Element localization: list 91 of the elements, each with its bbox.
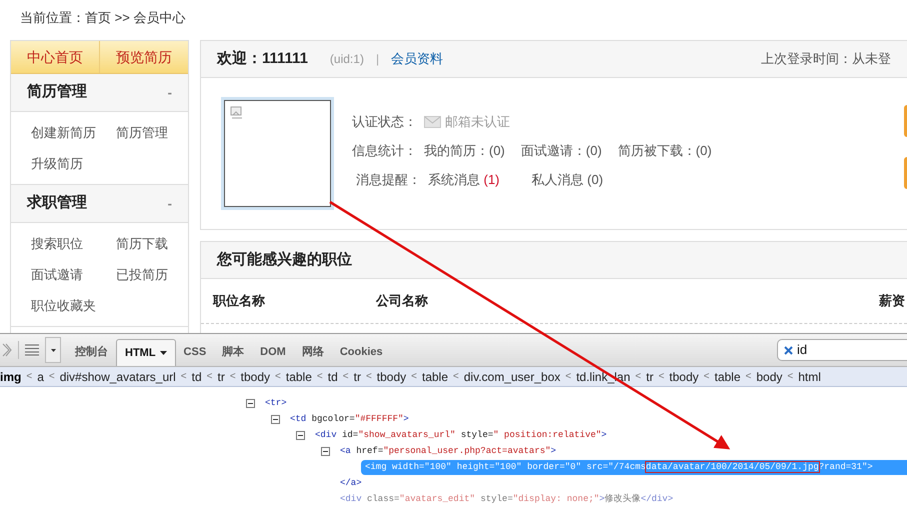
path-separator: < bbox=[564, 370, 572, 384]
path-item[interactable]: tbody bbox=[669, 368, 699, 386]
uid-text: (uid:1) bbox=[330, 51, 364, 68]
path-separator: < bbox=[410, 370, 418, 384]
collapse-icon[interactable] bbox=[296, 430, 305, 440]
path-separator: < bbox=[316, 370, 324, 384]
path-item[interactable]: body bbox=[756, 368, 782, 386]
html-line[interactable]: <a href="personal_user.php?act=avatars"> bbox=[336, 444, 560, 458]
sidebar-link[interactable]: 面试邀请 bbox=[31, 264, 116, 285]
sidebar-link[interactable]: 搜索职位 bbox=[31, 233, 116, 254]
html-line[interactable]: <div class="avatars_edit" style="display: none;">修改头像</div> bbox=[336, 492, 678, 506]
sidebar-link[interactable]: 创建新简历 bbox=[31, 122, 116, 143]
path-separator: < bbox=[657, 370, 666, 384]
stat-link[interactable]: 系统消息 (1) bbox=[428, 170, 500, 190]
info-label: 认证状态： bbox=[352, 112, 417, 131]
path-separator: < bbox=[634, 370, 642, 384]
path-item[interactable]: table bbox=[286, 368, 312, 386]
path-item[interactable]: tbody bbox=[240, 368, 270, 386]
info-label: 信息统计： bbox=[352, 142, 417, 160]
stat-link[interactable]: 简历被下载：(0) bbox=[618, 140, 712, 160]
path-separator: < bbox=[744, 370, 752, 384]
sidebar-link[interactable]: 升级简历 bbox=[31, 153, 116, 174]
avatar-frame[interactable] bbox=[221, 97, 334, 210]
menu-icon[interactable] bbox=[25, 344, 39, 356]
sidebar-link[interactable]: 简历管理 bbox=[116, 122, 168, 143]
email-status: 邮箱未认证 bbox=[445, 112, 510, 131]
html-line[interactable]: <tr> bbox=[261, 396, 291, 410]
column-header: 薪资 bbox=[879, 292, 906, 310]
clear-icon[interactable] bbox=[784, 346, 793, 354]
path-item[interactable]: td bbox=[328, 368, 338, 386]
sidebar-tab[interactable]: 中心首页 bbox=[11, 41, 99, 73]
path-item[interactable]: table bbox=[714, 368, 741, 386]
stat-link[interactable]: 面试邀请：(0) bbox=[520, 140, 602, 160]
path-separator: < bbox=[702, 370, 710, 384]
last-login-text: 上次登录时间：从未登 bbox=[761, 50, 891, 68]
path-separator: < bbox=[364, 370, 373, 384]
envelope-icon bbox=[424, 116, 441, 128]
path-separator: < bbox=[206, 370, 214, 384]
path-item[interactable]: tr bbox=[354, 368, 361, 386]
search-box[interactable]: id bbox=[777, 339, 907, 361]
path-separator: < bbox=[25, 370, 34, 384]
caret-icon bbox=[160, 351, 167, 355]
html-line[interactable]: </a> bbox=[336, 476, 366, 490]
breadcrumb: 当前位置：首页 >> 会员中心 bbox=[19, 9, 186, 27]
path-separator: < bbox=[48, 370, 56, 384]
sidebar-link[interactable]: 简历下载 bbox=[116, 233, 168, 254]
stat-link[interactable]: 我的简历：(0) bbox=[424, 140, 505, 160]
devtools-tab[interactable]: 脚本 bbox=[214, 339, 252, 366]
path-separator: < bbox=[342, 370, 350, 384]
collapse-icon[interactable] bbox=[321, 446, 330, 456]
section-title: 求职管理 bbox=[27, 193, 87, 214]
path-item[interactable]: tr bbox=[646, 368, 654, 386]
path-separator: < bbox=[228, 370, 237, 384]
collapse-icon[interactable] bbox=[246, 398, 255, 408]
section-title: 简历管理 bbox=[27, 82, 87, 102]
sidebar-link[interactable]: 已投简历 bbox=[116, 264, 168, 285]
path-item[interactable]: td bbox=[192, 368, 202, 386]
profile-link[interactable]: 会员资料 bbox=[391, 49, 444, 69]
sidebar-tab[interactable]: 预览简历 bbox=[99, 41, 188, 73]
devtools-tab[interactable]: HTML bbox=[116, 339, 176, 366]
path-item[interactable]: div.com_user_box bbox=[464, 368, 560, 386]
path-item[interactable]: div#show_avatars_url bbox=[60, 368, 176, 386]
devtools-tab[interactable]: Cookies bbox=[332, 339, 391, 366]
path-item[interactable]: html bbox=[798, 368, 821, 386]
html-line[interactable]: <td bgcolor="#FFFFFF"> bbox=[286, 412, 413, 426]
html-line[interactable]: <div id="show_avatars_url" style=" position:relative"> bbox=[311, 428, 611, 442]
search-field[interactable]: id bbox=[797, 340, 887, 360]
welcome-text: 欢迎：111111 bbox=[217, 48, 308, 69]
caret-icon bbox=[50, 348, 56, 352]
column-header: 职位名称 bbox=[212, 292, 266, 310]
path-item[interactable]: table bbox=[422, 368, 448, 386]
sidebar-link[interactable]: 职位收藏夹 bbox=[31, 295, 116, 316]
path-item[interactable]: tbody bbox=[376, 368, 406, 386]
collapse-icon[interactable] bbox=[271, 414, 280, 424]
stat-link[interactable]: 私人消息 (0) bbox=[516, 170, 604, 190]
broken-image-icon bbox=[230, 106, 244, 120]
path-separator: < bbox=[452, 370, 460, 384]
separator-text: | bbox=[376, 51, 380, 68]
path-separator: < bbox=[786, 370, 794, 384]
devtools-tab[interactable]: 控制台 bbox=[67, 339, 116, 366]
devtools-tab[interactable]: DOM bbox=[252, 339, 294, 366]
path-separator: < bbox=[180, 370, 188, 384]
path-item[interactable]: tr bbox=[217, 368, 225, 386]
path-item[interactable]: a bbox=[37, 368, 44, 386]
path-item[interactable]: img bbox=[0, 368, 22, 386]
info-label: 消息提醒： bbox=[355, 170, 421, 189]
devtools-tab[interactable]: CSS bbox=[176, 339, 214, 366]
panel-title: 您可能感兴趣的职位 bbox=[217, 250, 352, 270]
column-header: 公司名称 bbox=[376, 292, 428, 310]
devtools-tab[interactable]: 网络 bbox=[294, 339, 332, 366]
path-separator: < bbox=[274, 370, 282, 384]
